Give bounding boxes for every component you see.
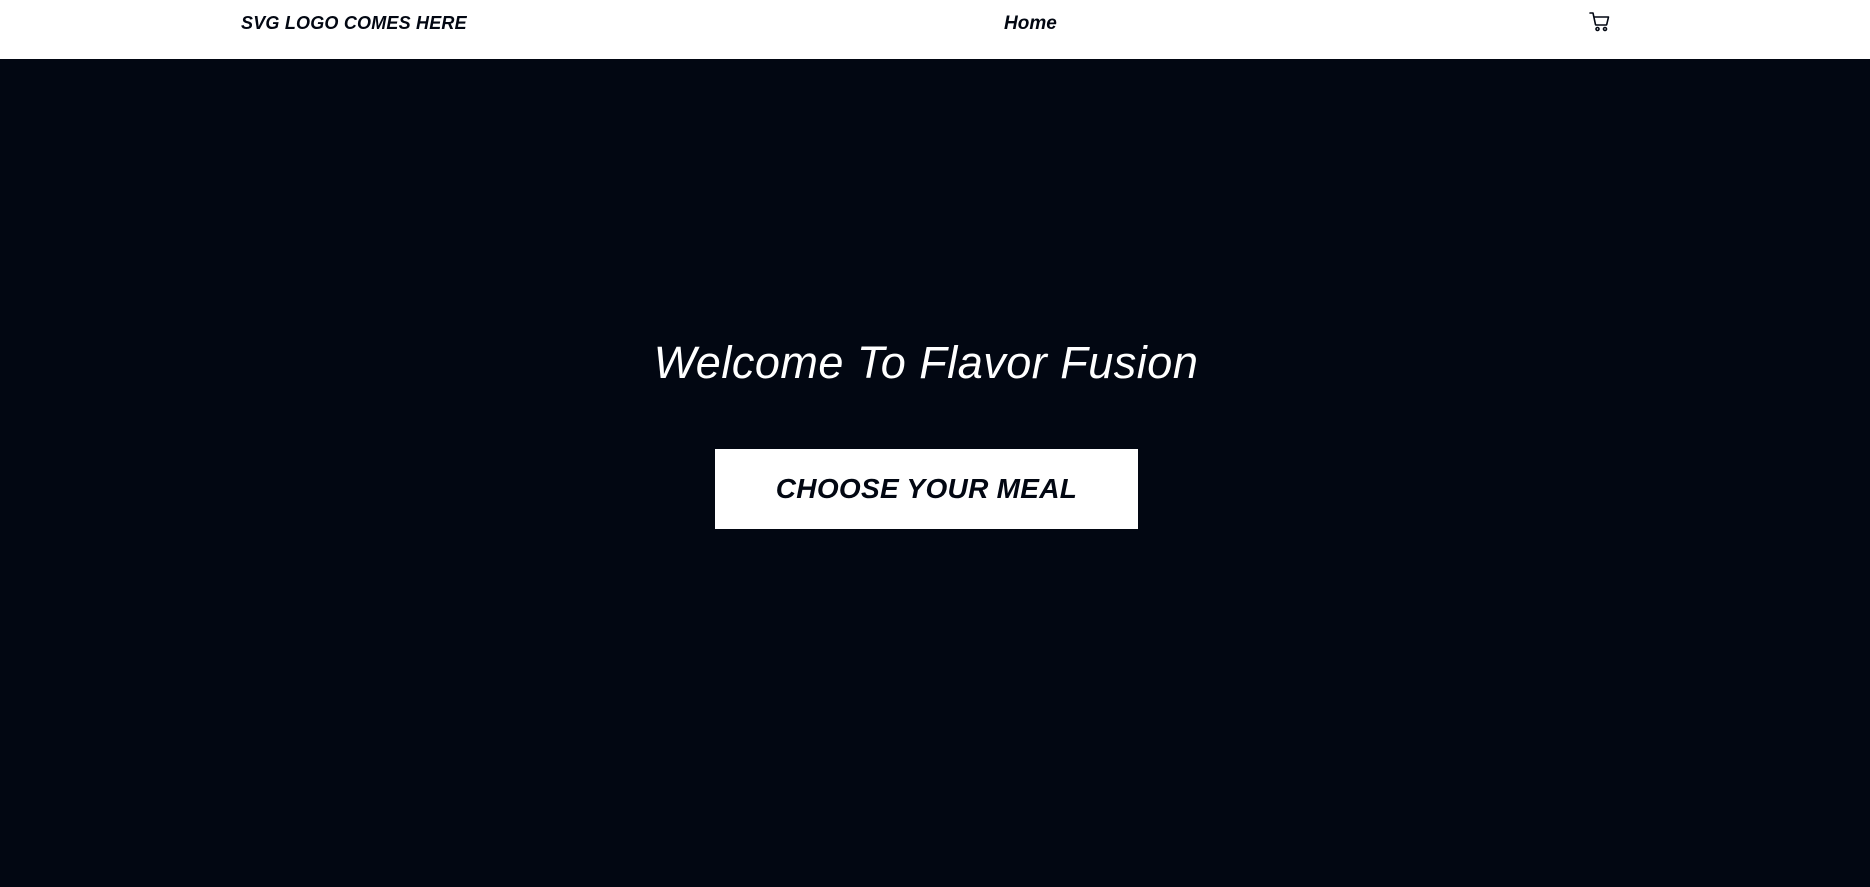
choose-meal-button[interactable]: CHOOSE YOUR MEAL bbox=[715, 449, 1138, 529]
page: SVG LOGO COMES HERE Home Welcome To Flav… bbox=[0, 0, 1870, 887]
nav-link-home[interactable]: Home bbox=[1004, 13, 1057, 35]
shopping-cart-icon bbox=[1589, 12, 1610, 32]
logo-placeholder[interactable]: SVG LOGO COMES HERE bbox=[241, 13, 467, 34]
cart-button[interactable] bbox=[1588, 10, 1612, 34]
hero-section: Welcome To Flavor Fusion CHOOSE YOUR MEA… bbox=[0, 59, 1870, 887]
site-header: SVG LOGO COMES HERE Home bbox=[0, 0, 1870, 59]
hero-title: Welcome To Flavor Fusion bbox=[653, 337, 1199, 388]
